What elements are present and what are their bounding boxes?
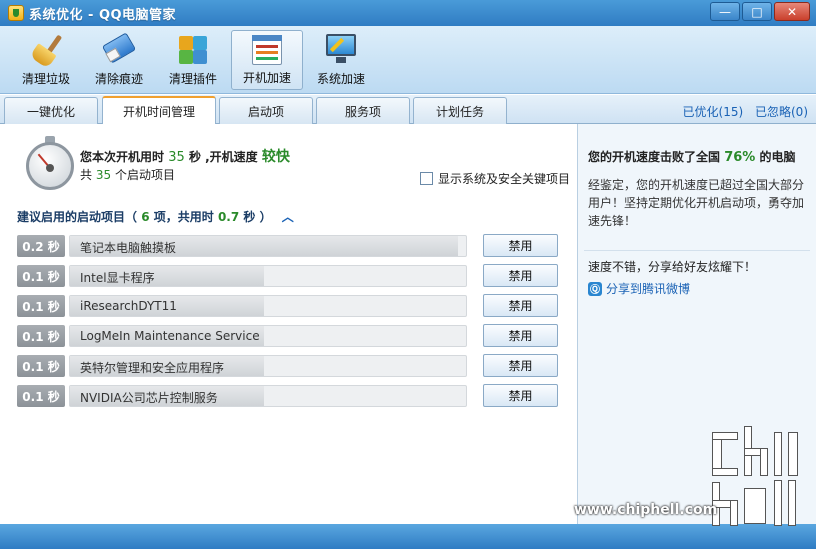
startup-item-name: NVIDIA公司芯片控制服务 [80,391,218,405]
title-bar: 系统优化 - QQ电脑管家 — □ ✕ [0,0,816,26]
startup-time-bar: iResearchDYT11 [69,295,467,317]
show-system-checkbox[interactable] [420,172,433,185]
tab-links: 已优化(15) 已忽略(0) [675,103,808,120]
stopwatch-icon [24,136,76,192]
watermark-text: www.chiphell.com [574,502,718,518]
ignored-link[interactable]: 已忽略(0) [755,105,808,119]
toolbar-clean-plugins[interactable]: 清理插件 [157,30,229,90]
disable-button[interactable]: 禁用 [483,384,558,407]
startup-time-bar: 笔记本电脑触摸板 [69,235,467,257]
boot-time-summary: 您本次开机用时 35 秒 ,开机速度 较快 [80,146,290,166]
startup-item-row: 0.1 秒 Intel显卡程序 禁用 [17,264,562,288]
startup-item-name: LogMeIn Maintenance Service [80,329,260,343]
startup-item-row: 0.1 秒 LogMeIn Maintenance Service 禁用 [17,324,562,348]
disable-button[interactable]: 禁用 [483,324,558,347]
startup-time-bar: NVIDIA公司芯片控制服务 [69,385,467,407]
boot-seconds: 35 [168,150,185,165]
tab-one-click-optimize[interactable]: 一键优化 [4,97,98,124]
toolbar-label: 清理垃圾 [21,72,70,86]
rank-suffix: 的电脑 [759,150,796,164]
startup-item-row: 0.2 秒 笔记本电脑触摸板 禁用 [17,234,562,258]
speed-rank-description: 经鉴定，您的开机速度已超过全国大部分用户！坚持定期优化开机启动项，勇夺加速先锋！ [588,178,805,228]
disable-button[interactable]: 禁用 [483,264,558,287]
window-title: 系统优化 - QQ电脑管家 [29,7,177,23]
monitor-icon [323,32,359,66]
divider [584,250,810,251]
disable-button[interactable]: 禁用 [483,294,558,317]
show-system-items-toggle[interactable]: 显示系统及安全关键项目 [420,170,570,187]
weibo-link-text[interactable]: 分享到腾讯微博 [606,280,690,297]
toolbar-clear-traces[interactable]: 清除痕迹 [83,30,155,90]
section-suffix: 秒 ） [243,210,272,224]
rank-prefix: 您的开机速度击败了全国 [588,150,721,164]
startup-item-row: 0.1 秒 英特尔管理和安全应用程序 禁用 [17,354,562,378]
startup-time-badge: 0.1 秒 [17,385,65,407]
main-panel: 您本次开机用时 35 秒 ,开机速度 较快 共 35 个启动项目 显示系统及安全… [4,124,577,524]
startup-item-row: 0.1 秒 iResearchDYT11 禁用 [17,294,562,318]
minimize-button[interactable]: — [710,2,740,21]
startup-time-badge: 0.1 秒 [17,265,65,287]
status-bar [0,524,816,549]
summary-mid: 秒 ,开机速度 [188,150,258,164]
toolbar-clean-junk[interactable]: 清理垃圾 [10,30,82,90]
count-suffix: 个启动项目 [114,168,175,182]
close-button[interactable]: ✕ [774,2,810,21]
window-controls: — □ ✕ [708,2,810,21]
chevron-up-icon[interactable]: ︿ [282,210,294,224]
startup-time-bar: LogMeIn Maintenance Service [69,325,467,347]
section-mid: 项，共用时 [153,210,214,224]
section-count: 6 [141,210,150,224]
tab-startup-items[interactable]: 启动项 [219,97,313,124]
share-prompt: 速度不错，分享给好友炫耀下！ [588,260,757,274]
count-prefix: 共 [80,168,93,182]
recommended-section-title: 建议启用的启动项目（ 6 项，共用时 0.7 秒 ） ︿ [17,208,294,225]
share-weibo-link[interactable]: Ⓠ 分享到腾讯微博 [588,280,690,297]
section-prefix: 建议启用的启动项目（ [17,210,138,224]
tab-scheduled-tasks[interactable]: 计划任务 [413,97,507,124]
toolbar-label: 清除痕迹 [94,72,143,86]
tab-bar: 一键优化 开机时间管理 启动项 服务项 计划任务 已优化(15) 已忽略(0) [0,95,816,124]
startup-count-summary: 共 35 个启动项目 [80,166,175,183]
toolbar-label: 清理插件 [168,72,217,86]
toolbar-label: 系统加速 [316,72,365,86]
disable-button[interactable]: 禁用 [483,234,558,257]
toolbar-system-speedup[interactable]: 系统加速 [305,30,377,90]
startup-item-name: iResearchDYT11 [80,299,177,313]
optimized-link[interactable]: 已优化(15) [683,105,744,119]
startup-time-badge: 0.1 秒 [17,325,65,347]
boot-speed-icon [249,33,285,67]
startup-time-bar: 英特尔管理和安全应用程序 [69,355,467,377]
toolbar-label: 开机加速 [242,71,291,85]
boot-speed-rating: 较快 [261,149,290,165]
speed-rank-title: 您的开机速度击败了全国 76% 的电脑 [588,148,796,165]
startup-item-name: 英特尔管理和安全应用程序 [80,361,225,375]
tab-services[interactable]: 服务项 [316,97,410,124]
startup-item-name: 笔记本电脑触摸板 [80,241,177,255]
section-total-time: 0.7 [217,210,240,224]
main-toolbar: 清理垃圾 清除痕迹 清理插件 开机加速 系统加速 [0,26,816,94]
startup-time-badge: 0.1 秒 [17,355,65,377]
startup-item-row: 0.1 秒 NVIDIA公司芯片控制服务 禁用 [17,384,562,408]
startup-item-name: Intel显卡程序 [80,271,155,285]
weibo-icon: Ⓠ [588,281,602,296]
maximize-button[interactable]: □ [742,2,772,21]
startup-time-bar: Intel显卡程序 [69,265,467,287]
startup-item-count: 35 [95,168,112,182]
puzzle-icon [175,32,211,66]
summary-prefix: 您本次开机用时 [80,150,165,164]
eraser-icon [101,32,137,66]
app-shield-icon [8,5,24,21]
startup-time-badge: 0.1 秒 [17,295,65,317]
toolbar-boot-speedup[interactable]: 开机加速 [231,30,303,90]
broom-icon [28,32,64,69]
chiphell-logo-icon [708,426,804,530]
tab-boot-time-management[interactable]: 开机时间管理 [102,96,216,124]
startup-time-badge: 0.2 秒 [17,235,65,257]
show-system-label: 显示系统及安全关键项目 [438,172,571,186]
disable-button[interactable]: 禁用 [483,354,558,377]
rank-percent: 76% [724,150,756,165]
